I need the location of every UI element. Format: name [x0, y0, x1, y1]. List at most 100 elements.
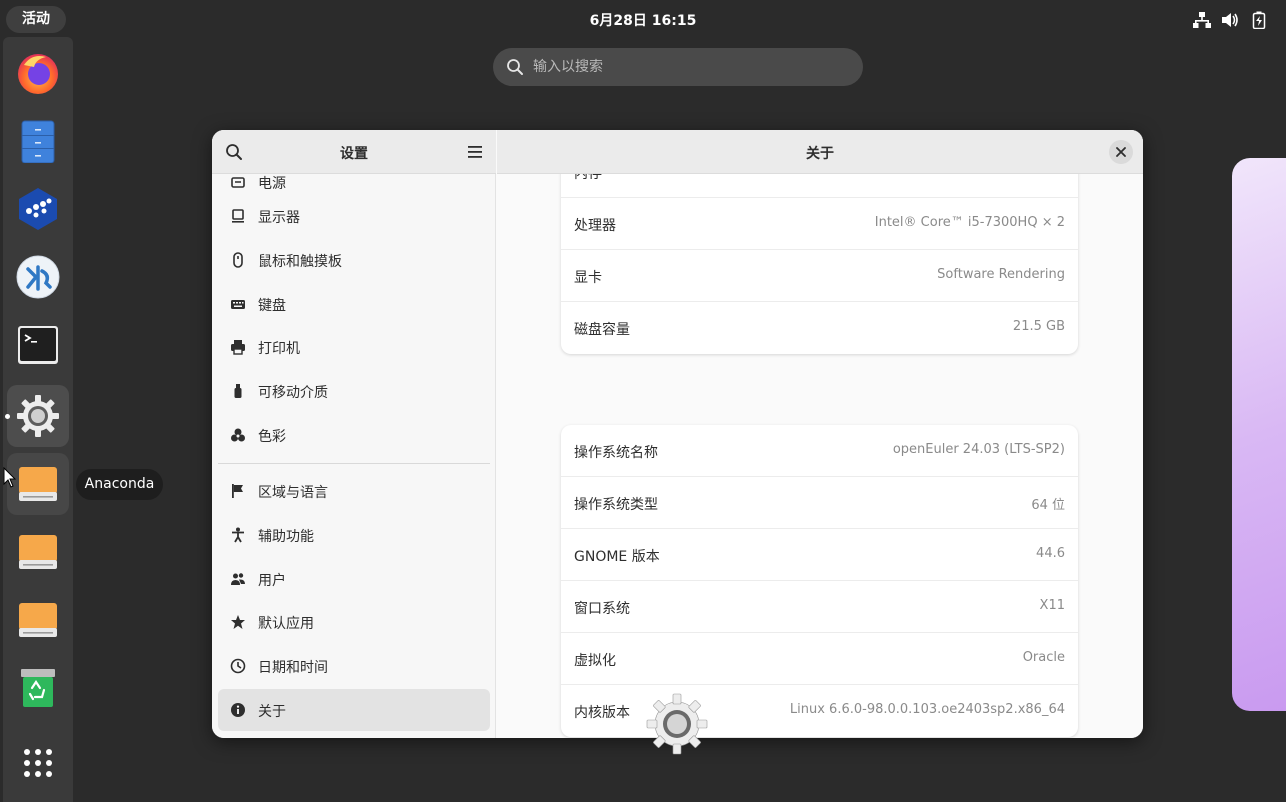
info-key: 窗口系统	[574, 601, 630, 617]
sidebar-item-label: 辅助功能	[258, 529, 314, 545]
gear-icon	[17, 395, 59, 437]
users-icon	[231, 573, 245, 585]
info-row-processor: 处理器 Intel® Core™ i5-7300HQ × 2	[561, 198, 1078, 250]
sidebar-item-mouse[interactable]: 鼠标和触摸板	[218, 239, 490, 281]
close-button[interactable]	[1109, 140, 1133, 164]
sidebar-header: 设置	[212, 130, 496, 174]
info-key: GNOME 版本	[574, 549, 660, 565]
hamburger-menu-icon[interactable]	[465, 142, 485, 162]
file-cabinet-icon	[21, 120, 55, 163]
search-input[interactable]	[533, 48, 853, 86]
sidebar-item-display[interactable]: 显示器	[218, 195, 490, 237]
sidebar-item-accessibility[interactable]: 辅助功能	[218, 514, 490, 556]
loading-gear-icon	[646, 693, 708, 755]
firefox-icon	[18, 54, 58, 94]
info-value: Linux 6.6.0-98.0.0.103.oe2403sp2.x86_64	[789, 702, 1065, 717]
page-title: 关于	[806, 146, 834, 162]
sidebar-item-label: 用户	[258, 573, 286, 589]
info-value: Intel® Core™ i5-7300HQ × 2	[874, 215, 1065, 230]
info-value: Oracle	[1022, 650, 1065, 665]
usb-icon	[234, 384, 242, 398]
sidebar-item-label: 电源	[258, 176, 286, 192]
info-value: 64 位	[1031, 498, 1065, 513]
sidebar-item-date-time[interactable]: 日期和时间	[218, 645, 490, 687]
sidebar-item-keyboard[interactable]: 键盘	[218, 283, 490, 325]
accessibility-icon	[232, 527, 244, 543]
sidebar-item-label: 键盘	[258, 298, 286, 314]
keyboard-icon	[231, 300, 245, 309]
info-icon	[231, 703, 245, 717]
running-indicator	[5, 414, 10, 419]
sidebar-item-label: 默认应用	[258, 616, 314, 632]
content-header: 关于	[497, 130, 1143, 174]
power-icon	[231, 177, 245, 188]
trash-icon	[21, 669, 55, 707]
settings-sidebar: 电源 显示器 鼠标和触摸板 键盘 打印机 可移动介质 色彩 区域与语言 辅助功能…	[212, 130, 496, 738]
info-value: X11	[1039, 598, 1065, 613]
info-key: 显卡	[574, 270, 602, 286]
display-icon	[232, 209, 244, 223]
info-row-windowing-system: 窗口系统 X11	[561, 581, 1078, 633]
workspace-preview[interactable]	[1232, 158, 1286, 711]
info-row-disk: 磁盘容量 21.5 GB	[561, 302, 1078, 354]
info-key: 处理器	[574, 218, 616, 234]
battery-icon[interactable]	[1250, 11, 1268, 29]
clock-icon	[230, 658, 246, 674]
hexagon-app-icon	[19, 188, 57, 230]
sidebar-item-label: 显示器	[258, 210, 300, 226]
sidebar-item-region-language[interactable]: 区域与语言	[218, 470, 490, 512]
drive-icon	[19, 535, 57, 569]
dock-settings[interactable]	[7, 385, 69, 447]
dock-drive-3[interactable]	[7, 589, 69, 651]
info-key: 内核版本	[574, 705, 630, 721]
volume-icon[interactable]	[1221, 11, 1239, 29]
sidebar-item-label: 可移动介质	[258, 385, 328, 401]
sidebar-item-about[interactable]: 关于	[218, 689, 490, 731]
sidebar-item-users[interactable]: 用户	[218, 558, 490, 600]
info-row-kernel-version: 内核版本 Linux 6.6.0-98.0.0.103.oe2403sp2.x8…	[561, 685, 1078, 737]
sidebar-item-label: 关于	[258, 704, 286, 720]
network-icon[interactable]	[1193, 11, 1211, 29]
flag-icon	[232, 484, 243, 498]
sidebar-item-label: 色彩	[258, 429, 286, 445]
info-key: 操作系统类型	[574, 497, 658, 513]
settings-window: 电源 显示器 鼠标和触摸板 键盘 打印机 可移动介质 色彩 区域与语言 辅助功能…	[212, 130, 1143, 738]
dock-firefox[interactable]	[7, 42, 69, 104]
dock-trash[interactable]	[7, 657, 69, 719]
sidebar-item-color[interactable]: 色彩	[218, 414, 490, 456]
info-row-os-type: 操作系统类型 64 位	[561, 477, 1078, 529]
printer-icon	[231, 340, 245, 355]
settings-content: 内存 7.8 GiB 处理器 Intel® Core™ i5-7300HQ × …	[497, 130, 1143, 738]
info-row-os-name: 操作系统名称 openEuler 24.03 (LTS-SP2)	[561, 425, 1078, 477]
info-row-gnome-version: GNOME 版本 44.6	[561, 529, 1078, 581]
star-icon	[231, 615, 245, 629]
search-bar[interactable]	[493, 48, 863, 86]
drive-icon	[19, 603, 57, 637]
dock-drive-2[interactable]	[7, 521, 69, 583]
mouse-icon	[233, 252, 243, 268]
dock-show-apps[interactable]	[7, 732, 69, 794]
search-icon	[507, 59, 523, 75]
info-value: 21.5 GB	[1012, 319, 1065, 334]
close-icon	[1116, 147, 1126, 157]
clock[interactable]: 6月28日 16:15	[0, 10, 1286, 30]
info-value: openEuler 24.03 (LTS-SP2)	[892, 442, 1065, 457]
info-value: Software Rendering	[937, 267, 1065, 282]
round-app-icon	[16, 255, 60, 299]
sidebar-item-label: 鼠标和触摸板	[258, 254, 342, 270]
sidebar-item-removable-media[interactable]: 可移动介质	[218, 370, 490, 412]
sidebar-item-label: 打印机	[258, 341, 300, 357]
dock-terminal[interactable]	[7, 314, 69, 376]
info-value: 44.6	[1036, 546, 1065, 561]
dock-hexagon-app[interactable]	[7, 178, 69, 240]
info-row-virtualization: 虚拟化 Oracle	[561, 633, 1078, 685]
sidebar-item-printer[interactable]: 打印机	[218, 326, 490, 368]
sidebar-item-default-apps[interactable]: 默认应用	[218, 601, 490, 643]
info-key: 操作系统名称	[574, 445, 658, 461]
dock-files[interactable]	[7, 110, 69, 172]
sidebar-item-label: 区域与语言	[258, 485, 328, 501]
terminal-icon	[18, 326, 58, 364]
sidebar-title: 设置	[340, 146, 368, 162]
dock-round-app[interactable]	[7, 246, 69, 308]
color-icon	[231, 428, 245, 442]
